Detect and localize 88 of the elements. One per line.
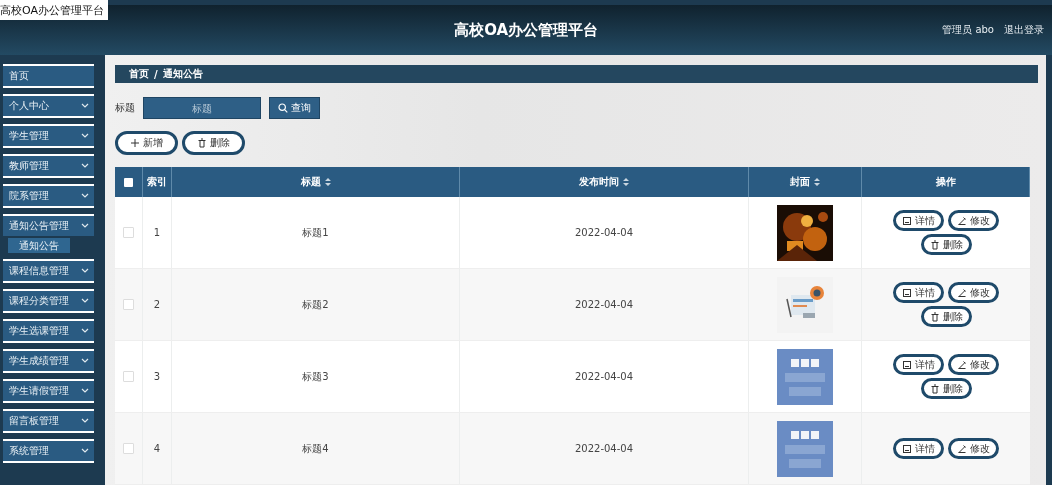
checkbox[interactable] — [123, 371, 134, 382]
field-label: 标题 — [115, 101, 135, 115]
document-icon — [902, 359, 912, 370]
chevron-icon — [81, 133, 89, 139]
sort-icon — [814, 178, 820, 186]
column-header[interactable]: 发布时间 — [460, 167, 749, 197]
checkbox[interactable] — [123, 299, 134, 310]
pencil-icon — [957, 359, 967, 370]
logout-link[interactable]: 退出登录 — [1004, 23, 1044, 37]
delete-button[interactable]: 删除 — [920, 378, 972, 399]
trash-icon — [929, 311, 940, 322]
table-cell: 4 — [143, 413, 172, 484]
plus-icon — [130, 138, 140, 148]
pencil-icon — [957, 443, 967, 454]
detail-button[interactable]: 详情 — [893, 210, 944, 231]
sidebar-subitem[interactable]: 通知公告 — [8, 238, 70, 253]
edit-button[interactable]: 修改 — [948, 438, 999, 459]
detail-button[interactable]: 详情 — [893, 354, 944, 375]
table-cell: 标题3 — [172, 341, 460, 412]
sidebar-item[interactable]: 教师管理 — [3, 154, 94, 178]
breadcrumb-link[interactable]: 首页 — [129, 67, 149, 81]
delete-button[interactable]: 删除 — [182, 131, 245, 155]
chevron-icon — [81, 328, 89, 334]
breadcrumb-separator: / — [154, 68, 158, 80]
sidebar-item[interactable]: 院系管理 — [3, 184, 94, 208]
table-cell: 2022-04-04 — [460, 269, 749, 340]
sidebar-item[interactable]: 个人中心 — [3, 94, 94, 118]
table-cell: 2022-04-04 — [460, 341, 749, 412]
delete-button[interactable]: 删除 — [920, 306, 972, 327]
search-button[interactable]: 查询 — [269, 97, 320, 119]
trash-icon — [197, 138, 207, 148]
table-cell: 标题1 — [172, 197, 460, 268]
sidebar-item[interactable]: 系统管理 — [3, 439, 94, 463]
table-cell: 标题4 — [172, 413, 460, 484]
trash-icon — [929, 239, 940, 250]
chevron-icon — [81, 388, 89, 394]
chevron-icon — [81, 418, 89, 424]
document-icon — [902, 215, 912, 226]
chevron-icon — [81, 163, 89, 169]
sidebar-item[interactable]: 学生请假管理 — [3, 379, 94, 403]
edit-button[interactable]: 修改 — [948, 210, 999, 231]
edit-button[interactable]: 修改 — [948, 282, 999, 303]
sidebar-item[interactable]: 通知公告管理 — [3, 214, 94, 236]
sidebar-item[interactable]: 学生管理 — [3, 124, 94, 148]
column-header: 索引 — [143, 167, 172, 197]
sidebar-item[interactable]: 首页 — [3, 64, 94, 88]
column-header[interactable]: 封面 — [749, 167, 862, 197]
column-header: 操作 — [862, 167, 1030, 197]
chevron-icon — [81, 223, 89, 229]
detail-button[interactable]: 详情 — [893, 438, 944, 459]
sidebar-item[interactable]: 课程信息管理 — [3, 259, 94, 283]
sidebar-item[interactable]: 学生成绩管理 — [3, 349, 94, 373]
table-cell: 2022-04-04 — [460, 413, 749, 484]
edit-button[interactable]: 修改 — [948, 354, 999, 375]
pencil-icon — [957, 287, 967, 298]
table-cell: 标题2 — [172, 269, 460, 340]
detail-button[interactable]: 详情 — [893, 282, 944, 303]
sort-icon — [324, 178, 331, 186]
column-header[interactable]: 标题 — [172, 167, 460, 197]
pencil-icon — [957, 215, 967, 226]
sidebar-item[interactable]: 学生选课管理 — [3, 319, 94, 343]
table-cell: 1 — [143, 197, 172, 268]
search-icon — [278, 103, 288, 113]
sidebar-item[interactable]: 留言板管理 — [3, 409, 94, 433]
table-cell: 3 — [143, 341, 172, 412]
add-button[interactable]: 新增 — [115, 131, 178, 155]
document-icon — [902, 443, 912, 454]
chevron-icon — [81, 193, 89, 199]
checkbox[interactable] — [124, 177, 133, 187]
sort-icon — [623, 178, 629, 186]
chevron-icon — [81, 448, 89, 454]
window-title: 高校OA办公管理平台 — [0, 0, 108, 20]
search-field[interactable]: 标题 — [143, 97, 261, 119]
checkbox[interactable] — [123, 443, 134, 454]
breadcrumb-link[interactable]: 通知公告 — [162, 67, 203, 81]
user-name: 管理员 abo — [942, 23, 994, 37]
table-cell: 2022-04-04 — [460, 197, 749, 268]
chevron-icon — [81, 268, 89, 274]
chevron-icon — [81, 358, 89, 364]
document-icon — [902, 287, 912, 298]
checkbox[interactable] — [123, 227, 134, 238]
sidebar-item[interactable]: 课程分类管理 — [3, 289, 94, 313]
chevron-icon — [81, 103, 89, 109]
table-cell: 2 — [143, 269, 172, 340]
delete-button[interactable]: 删除 — [920, 234, 972, 255]
chevron-icon — [81, 298, 89, 304]
app-title: 高校OA办公管理平台 — [453, 20, 600, 40]
trash-icon — [929, 383, 940, 394]
